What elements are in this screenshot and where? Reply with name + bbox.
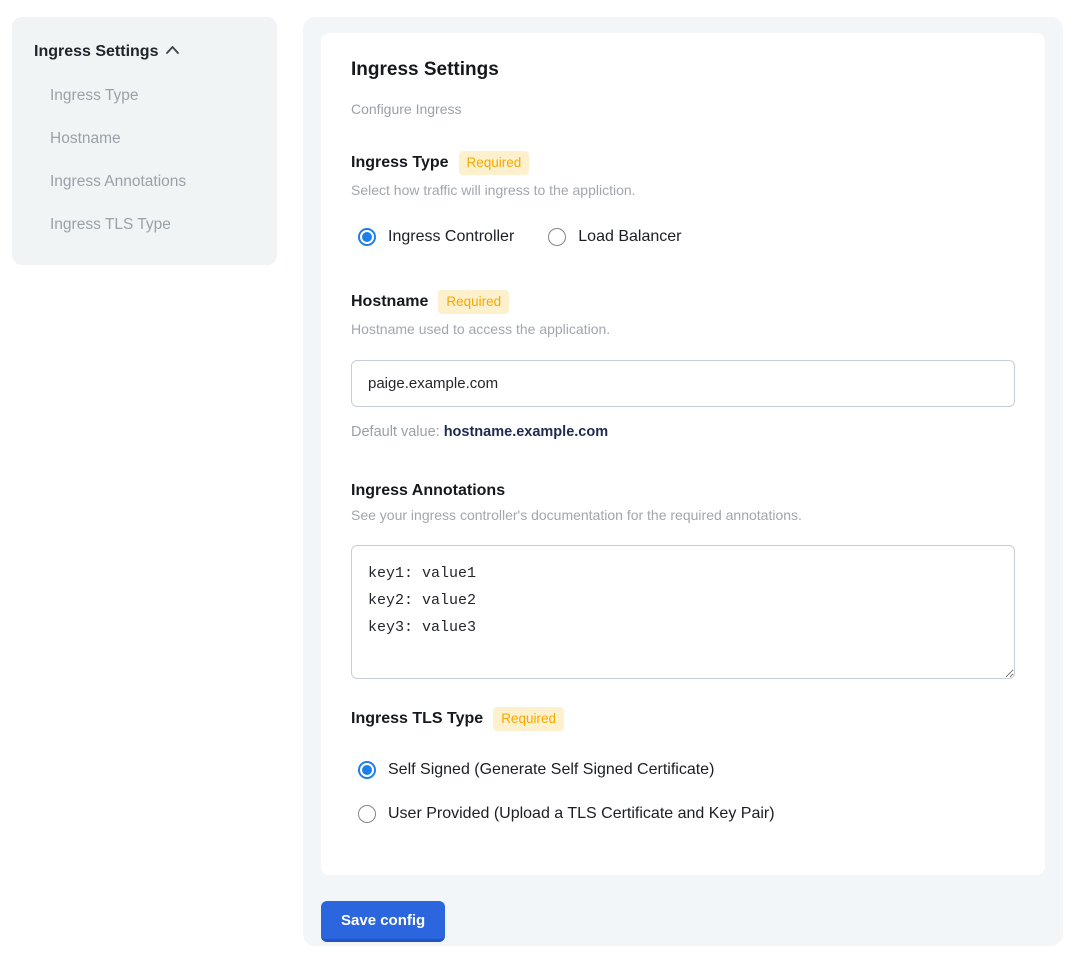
hostname-label: Hostname <box>351 293 428 311</box>
sidebar-item-list: Ingress Type Hostname Ingress Annotation… <box>34 87 255 234</box>
ingress-type-options: Ingress Controller Load Balancer <box>351 228 1015 246</box>
default-value-label: Default value: <box>351 424 440 440</box>
ingress-annotations-label: Ingress Annotations <box>351 482 505 500</box>
default-value-text: hostname.example.com <box>444 424 608 440</box>
page-title: Ingress Settings <box>351 59 1015 81</box>
ingress-type-description: Select how traffic will ingress to the a… <box>351 182 1015 198</box>
radio-user-provided[interactable]: User Provided (Upload a TLS Certificate … <box>358 805 1015 823</box>
required-badge: Required <box>459 151 530 175</box>
field-ingress-annotations: Ingress Annotations See your ingress con… <box>351 482 1015 679</box>
sidebar-section-ingress-settings[interactable]: Ingress Settings <box>34 42 255 61</box>
ingress-annotations-textarea[interactable]: key1: value1 key2: value2 key3: value3 <box>351 545 1015 679</box>
sidebar-item-ingress-annotations[interactable]: Ingress Annotations <box>50 173 255 191</box>
radio-label: User Provided (Upload a TLS Certificate … <box>388 805 775 823</box>
ingress-annotations-description: See your ingress controller's documentat… <box>351 507 1015 523</box>
field-ingress-tls-type: Ingress TLS Type Required Self Signed (G… <box>351 707 1015 823</box>
hostname-description: Hostname used to access the application. <box>351 321 1015 337</box>
field-hostname: Hostname Required Hostname used to acces… <box>351 290 1015 440</box>
ingress-type-label: Ingress Type <box>351 154 449 172</box>
radio-button-icon[interactable] <box>548 228 566 246</box>
page-subtitle: Configure Ingress <box>351 101 1015 117</box>
settings-sidebar: Ingress Settings Ingress Type Hostname I… <box>12 17 277 265</box>
radio-load-balancer[interactable]: Load Balancer <box>548 228 681 246</box>
sidebar-item-hostname[interactable]: Hostname <box>50 130 255 148</box>
sidebar-section-label: Ingress Settings <box>34 43 158 61</box>
ingress-tls-type-options: Self Signed (Generate Self Signed Certif… <box>351 761 1015 823</box>
required-badge: Required <box>493 707 564 731</box>
radio-button-icon[interactable] <box>358 761 376 779</box>
radio-button-icon[interactable] <box>358 805 376 823</box>
radio-self-signed[interactable]: Self Signed (Generate Self Signed Certif… <box>358 761 1015 779</box>
radio-button-icon[interactable] <box>358 228 376 246</box>
radio-label: Self Signed (Generate Self Signed Certif… <box>388 761 714 779</box>
required-badge: Required <box>438 290 509 314</box>
save-config-button[interactable]: Save config <box>321 901 445 942</box>
chevron-up-icon <box>165 42 180 61</box>
hostname-default-line: Default value: hostname.example.com <box>351 424 1015 440</box>
ingress-settings-panel: Ingress Settings Configure Ingress Ingre… <box>303 17 1063 946</box>
ingress-settings-card: Ingress Settings Configure Ingress Ingre… <box>321 33 1045 875</box>
radio-label: Ingress Controller <box>388 228 514 246</box>
radio-label: Load Balancer <box>578 228 681 246</box>
sidebar-item-ingress-tls-type[interactable]: Ingress TLS Type <box>50 216 255 234</box>
ingress-tls-type-label: Ingress TLS Type <box>351 710 483 728</box>
hostname-input[interactable] <box>351 360 1015 407</box>
radio-ingress-controller[interactable]: Ingress Controller <box>358 228 514 246</box>
field-ingress-type: Ingress Type Required Select how traffic… <box>351 151 1015 246</box>
sidebar-item-ingress-type[interactable]: Ingress Type <box>50 87 255 105</box>
